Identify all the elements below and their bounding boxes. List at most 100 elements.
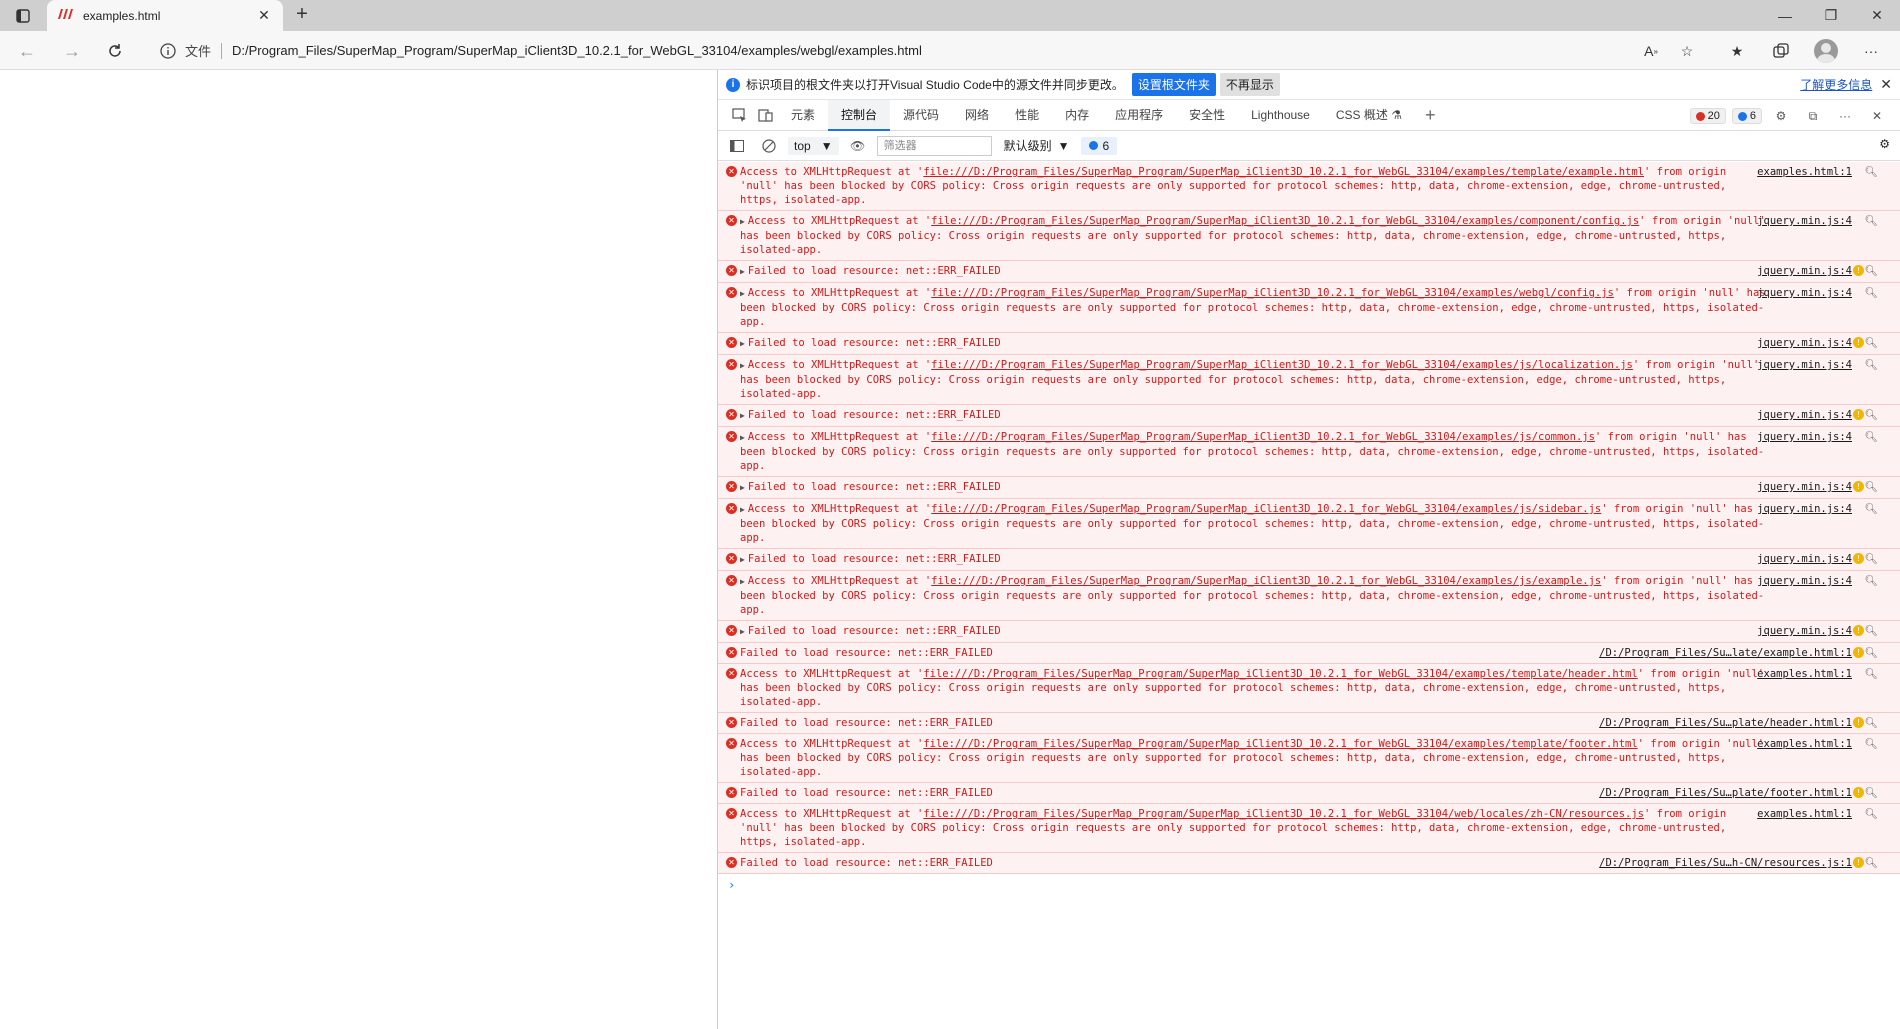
resource-link[interactable]: file:///D:/Program_Files/SuperMap_Progra… — [931, 503, 1601, 515]
console-error-row[interactable]: ✕ ▶ Access to XMLHttpRequest at 'file:///D… — [718, 499, 1900, 549]
favorites-icon[interactable]: ★ — [1726, 40, 1748, 62]
expand-triangle-icon[interactable]: ▶ — [740, 505, 745, 514]
more-tools-plus-icon[interactable]: + — [1415, 105, 1446, 126]
console-message-text[interactable]: ▶ Failed to load resource: net::ERR_FAILE… — [740, 409, 1001, 421]
collections-icon[interactable] — [1770, 40, 1792, 62]
restore-button[interactable]: ❐ — [1808, 0, 1854, 31]
expand-triangle-icon[interactable]: ▶ — [740, 411, 745, 420]
console-message-text[interactable]: ▶ Failed to load resource: net::ERR_FAILE… — [740, 481, 1001, 493]
console-error-row[interactable]: ✕ ▶ Access to XMLHttpRequest at 'file:///D… — [718, 427, 1900, 477]
log-level-select[interactable]: 默认级别 ▼ — [998, 137, 1076, 154]
console-error-row[interactable]: ✕ ▶ Failed to load resource: net::ERR_FAIL… — [718, 621, 1900, 643]
network-warning-icon[interactable]: ! — [1853, 553, 1864, 564]
expand-triangle-icon[interactable]: ▶ — [740, 577, 745, 586]
network-warning-icon[interactable]: ! — [1853, 787, 1864, 798]
source-location-link[interactable]: /D:/Program_Files/Su…plate/header.html:1 — [1599, 716, 1852, 730]
console-error-row[interactable]: ✕ ▶ Access to XMLHttpRequest at 'file:///D… — [718, 355, 1900, 405]
source-location-link[interactable]: jquery.min.js:4 — [1757, 480, 1852, 494]
settings-gear-icon[interactable]: ⚙ — [1768, 103, 1794, 129]
search-icon[interactable]: 🔍︎ — [1865, 552, 1878, 566]
resource-link[interactable]: file:///D:/Program_Files/SuperMap_Progra… — [931, 215, 1639, 227]
console-message-text[interactable]: ▶ Failed to load resource: net::ERR_FAILE… — [740, 265, 1001, 277]
expand-triangle-icon[interactable]: ▶ — [740, 217, 745, 226]
search-icon[interactable]: 🔍︎ — [1865, 737, 1878, 751]
search-icon[interactable]: 🔍︎ — [1865, 624, 1878, 638]
console-error-row[interactable]: ✕ Failed to load resource: net::ERR_FAILE… — [718, 783, 1900, 804]
search-icon[interactable]: 🔍︎ — [1865, 667, 1878, 681]
tab-lighthouse[interactable]: Lighthouse — [1238, 100, 1323, 131]
console-message-text[interactable]: ▶ Failed to load resource: net::ERR_FAILE… — [740, 625, 1001, 637]
console-message-text[interactable]: Access to XMLHttpRequest at 'file:///D:/… — [740, 668, 1764, 708]
resource-link[interactable]: file:///D:/Program_Files/SuperMap_Progra… — [923, 166, 1644, 178]
clear-console-icon[interactable] — [756, 133, 782, 159]
page-viewport[interactable] — [0, 70, 718, 1029]
console-error-row[interactable]: ✕ Failed to load resource: net::ERR_FAILE… — [718, 713, 1900, 734]
expand-triangle-icon[interactable]: ▶ — [740, 361, 745, 370]
network-warning-icon[interactable]: ! — [1853, 717, 1864, 728]
tab-console[interactable]: 控制台 — [828, 99, 891, 131]
new-tab-button[interactable]: + — [290, 3, 314, 27]
search-icon[interactable]: 🔍︎ — [1865, 807, 1878, 821]
source-location-link[interactable]: examples.html:1 — [1757, 667, 1852, 681]
console-error-row[interactable]: ✕ ▶ Failed to load resource: net::ERR_FAIL… — [718, 333, 1900, 355]
tab-memory[interactable]: 内存 — [1052, 100, 1102, 131]
resource-link[interactable]: file:///D:/Program_Files/SuperMap_Progra… — [931, 575, 1601, 587]
info-count-badge[interactable]: 6 — [1731, 108, 1762, 124]
source-location-link[interactable]: examples.html:1 — [1757, 165, 1852, 179]
context-select[interactable]: top ▼ — [788, 136, 839, 155]
source-location-link[interactable]: jquery.min.js:4 — [1757, 336, 1852, 350]
tab-sources[interactable]: 源代码 — [890, 100, 952, 131]
console-message-text[interactable]: Access to XMLHttpRequest at 'file:///D:/… — [740, 808, 1726, 848]
source-location-link[interactable]: examples.html:1 — [1757, 807, 1852, 821]
console-message-text[interactable]: Failed to load resource: net::ERR_FAILED — [740, 787, 993, 799]
resource-link[interactable]: file:///D:/Program_Files/SuperMap_Progra… — [931, 431, 1595, 443]
search-icon[interactable]: 🔍︎ — [1865, 336, 1878, 350]
console-error-row[interactable]: ✕ ▶ Failed to load resource: net::ERR_FAIL… — [718, 261, 1900, 283]
back-button[interactable]: ← — [15, 39, 39, 63]
sidebar-toggle-icon[interactable] — [724, 133, 750, 159]
console-message-text[interactable]: ▶ Failed to load resource: net::ERR_FAILE… — [740, 337, 1001, 349]
tab-close-icon[interactable]: ✕ — [255, 7, 273, 24]
tab-performance[interactable]: 性能 — [1002, 100, 1052, 131]
network-warning-icon[interactable]: ! — [1853, 647, 1864, 658]
search-icon[interactable]: 🔍︎ — [1865, 408, 1878, 422]
resource-link[interactable]: file:///D:/Program_Files/SuperMap_Progra… — [923, 808, 1644, 820]
network-warning-icon[interactable]: ! — [1853, 409, 1864, 420]
profile-avatar[interactable] — [1814, 39, 1838, 63]
source-location-link[interactable]: examples.html:1 — [1757, 737, 1852, 751]
resource-link[interactable]: file:///D:/Program_Files/SuperMap_Progra… — [931, 359, 1633, 371]
console-error-row[interactable]: ✕ ▶ Failed to load resource: net::ERR_FAIL… — [718, 405, 1900, 427]
console-prompt[interactable]: › — [718, 874, 1900, 896]
source-location-link[interactable]: jquery.min.js:4 — [1757, 214, 1852, 228]
tab-network[interactable]: 网络 — [952, 100, 1002, 131]
search-icon[interactable]: 🔍︎ — [1865, 502, 1878, 516]
tab-css-overview[interactable]: CSS 概述 ⚗ — [1323, 100, 1415, 131]
dont-show-again-button[interactable]: 不再显示 — [1219, 73, 1280, 96]
inspect-element-icon[interactable] — [726, 102, 752, 128]
console-error-row[interactable]: ✕ ▶ Access to XMLHttpRequest at 'file:///D… — [718, 211, 1900, 261]
browser-tab-active[interactable]: examples.html ✕ — [47, 0, 283, 31]
console-message-text[interactable]: ▶ Access to XMLHttpRequest at 'file:///D:… — [740, 575, 1764, 616]
error-count-badge[interactable]: 20 — [1689, 108, 1726, 124]
live-expression-eye-icon[interactable]: 👁 — [845, 133, 871, 159]
expand-triangle-icon[interactable]: ▶ — [740, 433, 745, 442]
infobar-close-icon[interactable]: ✕ — [1880, 76, 1892, 93]
search-icon[interactable]: 🔍︎ — [1865, 214, 1878, 228]
search-icon[interactable]: 🔍︎ — [1865, 716, 1878, 730]
search-icon[interactable]: 🔍︎ — [1865, 786, 1878, 800]
console-message-text[interactable]: ▶ Access to XMLHttpRequest at 'file:///D:… — [740, 431, 1764, 472]
add-favorite-icon[interactable]: ☆ — [1676, 40, 1698, 62]
source-location-link[interactable]: /D:/Program_Files/Su…plate/footer.html:1 — [1599, 786, 1852, 800]
network-warning-icon[interactable]: ! — [1853, 857, 1864, 868]
more-menu-icon[interactable]: ··· — [1860, 40, 1882, 62]
console-message-text[interactable]: ▶ Access to XMLHttpRequest at 'file:///D:… — [740, 359, 1759, 400]
expand-triangle-icon[interactable]: ▶ — [740, 483, 745, 492]
tab-elements[interactable]: 元素 — [778, 100, 828, 131]
source-location-link[interactable]: /D:/Program_Files/Su…late/example.html:1 — [1599, 646, 1852, 660]
source-location-link[interactable]: jquery.min.js:4 — [1757, 624, 1852, 638]
console-error-row[interactable]: ✕ ▶ Failed to load resource: net::ERR_FAIL… — [718, 549, 1900, 571]
source-location-link[interactable]: jquery.min.js:4 — [1757, 552, 1852, 566]
network-warning-icon[interactable]: ! — [1853, 625, 1864, 636]
console-message-text[interactable]: Access to XMLHttpRequest at 'file:///D:/… — [740, 166, 1726, 206]
console-settings-icon[interactable]: ⚙ — [1879, 137, 1890, 151]
